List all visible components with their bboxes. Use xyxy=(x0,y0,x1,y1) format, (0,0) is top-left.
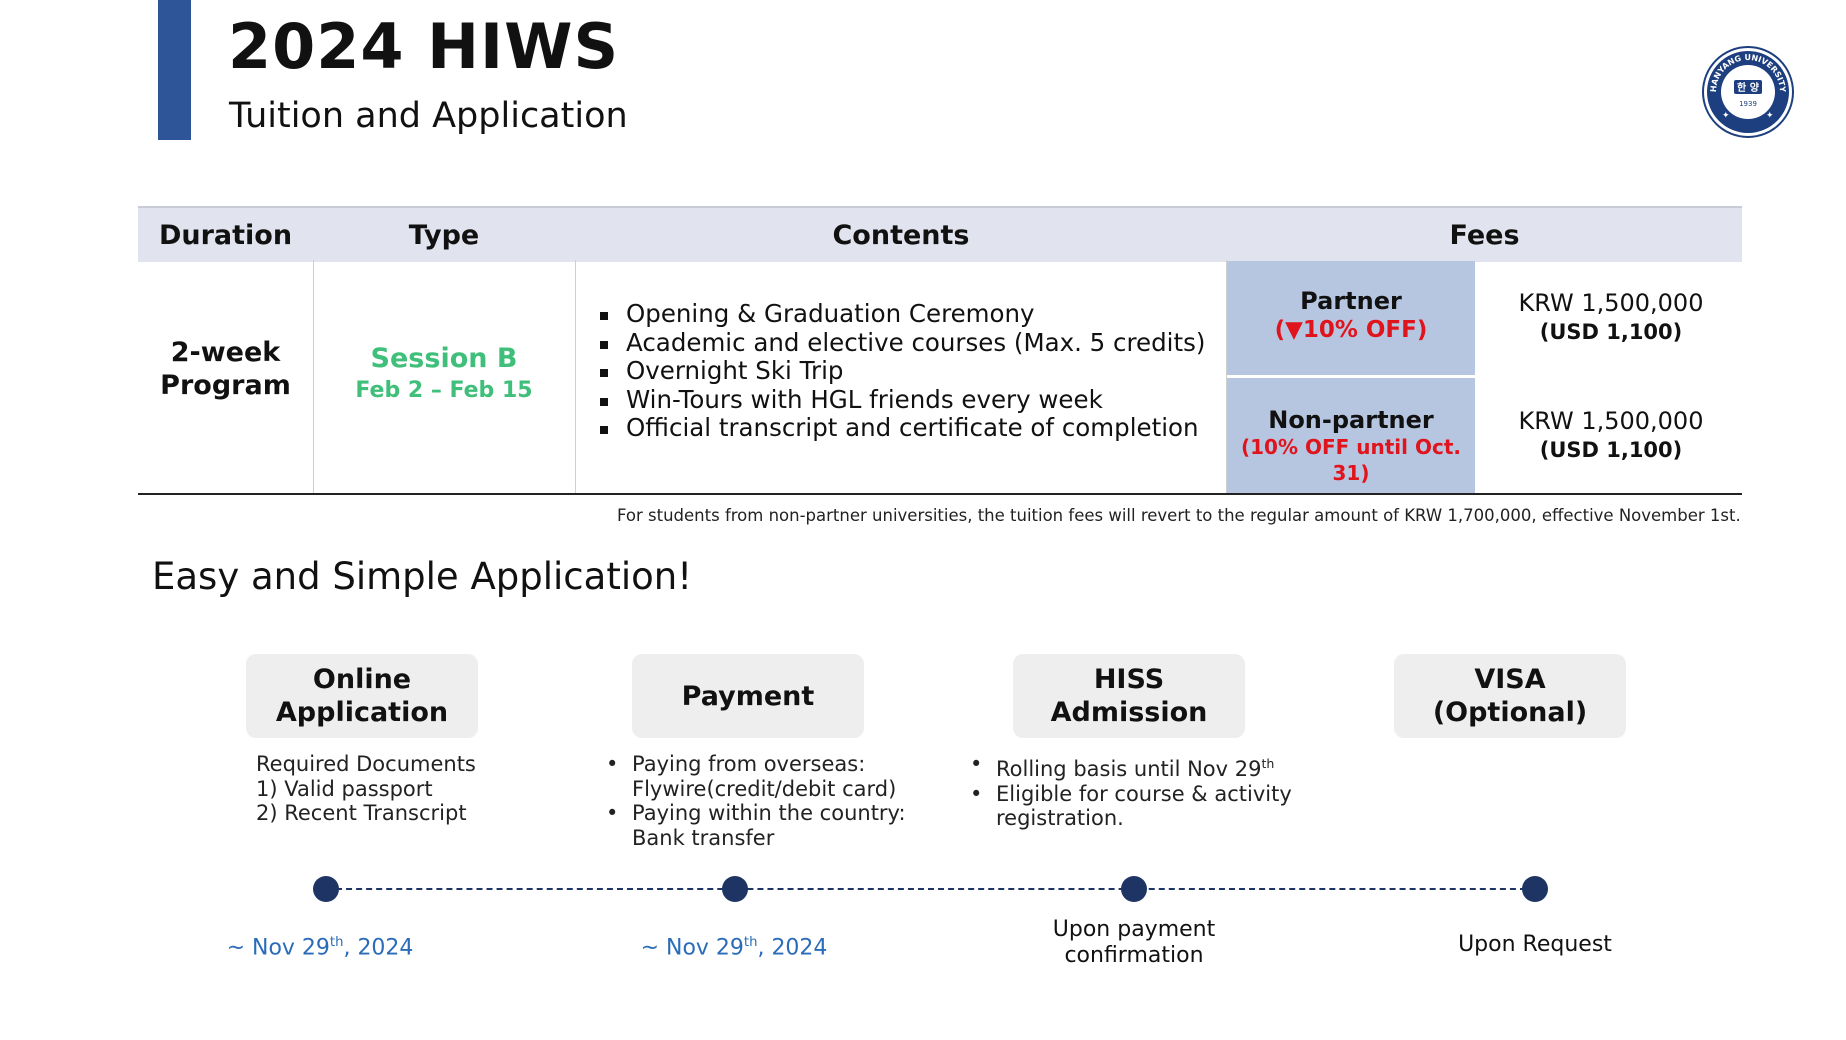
payment-option: Paying from overseas: Flywire(credit/deb… xyxy=(605,752,906,801)
payment-option-title: Paying within the country: xyxy=(632,801,906,825)
contents-item: Academic and elective courses (Max. 5 cr… xyxy=(600,328,1205,358)
admission-note-text: Eligible for course & activity xyxy=(996,781,1292,806)
hanyang-university-seal-logo: HANYANG UNIVERSITY 한 양 1939 ✦ ✦ xyxy=(1702,46,1794,138)
table-bottom-rule xyxy=(138,493,1742,495)
ordinal-suffix: th xyxy=(743,935,758,950)
timeline-dot xyxy=(1121,876,1147,902)
seal-year: 1939 xyxy=(1739,100,1757,108)
step-label: Payment xyxy=(681,680,815,712)
timing-visa: Upon Request xyxy=(1458,932,1612,957)
nonpartner-usd: (USD 1,100) xyxy=(1539,438,1683,462)
accent-bar xyxy=(158,0,191,140)
application-section-title: Easy and Simple Application! xyxy=(152,555,693,598)
type-cell: Session B Feb 2 – Feb 15 xyxy=(313,342,575,406)
step-label: Online xyxy=(312,664,412,695)
application-timeline xyxy=(0,874,1846,904)
timeline-dot xyxy=(722,876,748,902)
payment-option: Paying within the country: Bank transfer xyxy=(605,801,906,850)
timeline-dot xyxy=(1522,876,1548,902)
contents-item: Official transcript and certificate of c… xyxy=(600,413,1205,443)
step-visa: VISA (Optional) xyxy=(1394,654,1626,738)
seal-center-text: 한 양 xyxy=(1737,82,1760,94)
fee-amount-nonpartner: KRW 1,500,000 (USD 1,100) xyxy=(1478,406,1744,464)
fee-amount-partner: KRW 1,500,000 (USD 1,100) xyxy=(1478,288,1744,346)
step-label: Admission xyxy=(1050,697,1208,728)
admission-details: Rolling basis until Nov 29th Eligible fo… xyxy=(969,752,1292,831)
nonpartner-label: Non-partner xyxy=(1268,406,1434,434)
duration-line-1: 2-week xyxy=(170,337,281,368)
contents-item: Win-Tours with HGL friends every week xyxy=(600,385,1205,415)
date-text: confirmation xyxy=(1064,943,1204,968)
step-label: HISS xyxy=(1093,664,1165,695)
ordinal-suffix: th xyxy=(329,935,344,950)
timeline-dashed-line xyxy=(326,888,1536,890)
contents-item: Opening & Graduation Ceremony xyxy=(600,299,1205,329)
required-document-item: 1) Valid passport xyxy=(256,776,433,801)
ordinal-suffix: th xyxy=(1261,756,1275,771)
svg-text:✦: ✦ xyxy=(1722,111,1730,121)
payment-option-method: Flywire(credit/debit card) xyxy=(632,776,897,801)
date-text: Upon payment xyxy=(1052,917,1216,942)
tuition-table-header: Duration Type Contents Fees xyxy=(138,206,1742,262)
deadline-online-application: ~ Nov 29th, 2024 xyxy=(210,930,430,961)
step-online-application: Online Application xyxy=(246,654,478,738)
admission-note: Rolling basis until Nov 29th xyxy=(969,752,1292,782)
session-name: Session B xyxy=(370,343,518,374)
admission-note: Eligible for course & activity registrat… xyxy=(969,782,1292,831)
svg-text:✦: ✦ xyxy=(1766,111,1774,121)
date-year: , 2024 xyxy=(343,935,414,961)
step-label: Application xyxy=(275,697,449,728)
admission-note-text: registration. xyxy=(996,806,1124,830)
online-application-details: Required Documents 1) Valid passport 2) … xyxy=(256,752,476,826)
step-label: VISA xyxy=(1474,664,1546,695)
timeline-dot xyxy=(313,876,339,902)
payment-option-method: Bank transfer xyxy=(632,825,775,850)
date-text: ~ Nov 29 xyxy=(640,935,744,961)
step-payment: Payment xyxy=(632,654,864,738)
payment-option-title: Paying from overseas: xyxy=(632,752,866,776)
column-header-contents: Contents xyxy=(832,219,970,251)
column-header-duration: Duration xyxy=(158,219,293,251)
step-hiss-admission: HISS Admission xyxy=(1013,654,1245,738)
date-text: ~ Nov 29 xyxy=(226,935,330,961)
partner-krw: KRW 1,500,000 xyxy=(1518,289,1704,317)
fee-label-nonpartner: Non-partner (10% OFF until Oct. 31) xyxy=(1227,378,1475,493)
admission-note-text: Rolling basis until Nov 29 xyxy=(996,757,1262,781)
partner-discount: (▼10% OFF) xyxy=(1274,317,1428,343)
nonpartner-discount: (10% OFF until Oct. 31) xyxy=(1241,435,1461,485)
payment-details: Paying from overseas: Flywire(credit/deb… xyxy=(605,752,906,850)
timing-admission: Upon payment confirmation xyxy=(1014,917,1254,969)
fee-divider xyxy=(1227,375,1475,378)
page-title: 2024 HIWS xyxy=(228,10,620,83)
step-label: (Optional) xyxy=(1432,697,1588,728)
partner-usd: (USD 1,100) xyxy=(1539,320,1683,344)
column-divider xyxy=(575,260,576,494)
required-document-item: 2) Recent Transcript xyxy=(256,801,467,825)
column-header-fees: Fees xyxy=(1449,219,1520,251)
nonpartner-krw: KRW 1,500,000 xyxy=(1518,407,1704,435)
fee-label-partner: Partner (▼10% OFF) xyxy=(1227,261,1475,375)
duration-line-2: Program xyxy=(160,370,291,401)
fee-footnote: For students from non-partner universiti… xyxy=(617,506,1741,525)
partner-label: Partner xyxy=(1300,287,1402,315)
duration-cell: 2-week Program xyxy=(138,336,313,402)
date-year: , 2024 xyxy=(757,935,828,961)
session-dates: Feb 2 – Feb 15 xyxy=(355,378,533,403)
contents-item: Overnight Ski Trip xyxy=(600,356,1205,386)
contents-list: Opening & Graduation Ceremony Academic a… xyxy=(600,299,1205,443)
deadline-payment: ~ Nov 29th, 2024 xyxy=(624,930,844,961)
page-subtitle: Tuition and Application xyxy=(229,96,628,136)
required-documents-heading: Required Documents xyxy=(256,752,476,776)
column-header-type: Type xyxy=(408,219,480,251)
